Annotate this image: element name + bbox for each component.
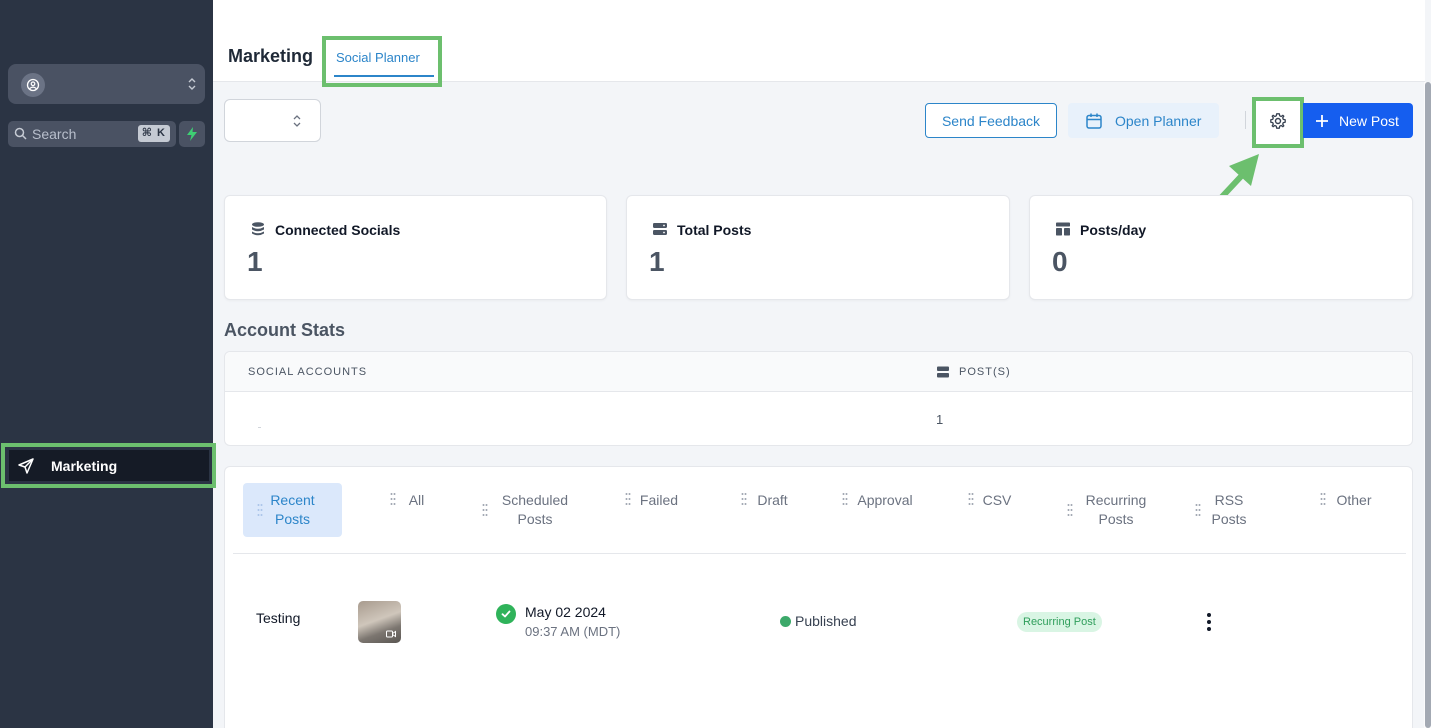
stat-card-posts-per-day: Posts/day 0 — [1029, 195, 1413, 300]
tab-rss-posts[interactable]: RSS Posts — [1193, 483, 1253, 537]
tab-scheduled-posts[interactable]: Scheduled Posts — [480, 483, 580, 537]
tab-draft[interactable]: Draft — [739, 483, 794, 537]
tabs-divider — [233, 553, 1406, 554]
search-icon — [14, 127, 27, 140]
new-post-button[interactable]: New Post — [1303, 103, 1413, 138]
column-header-social-accounts: SOCIAL ACCOUNTS — [248, 366, 368, 378]
lightning-bolt-icon — [187, 127, 197, 141]
tab-recent-posts[interactable]: Recent Posts — [243, 483, 342, 537]
stat-title: Total Posts — [677, 222, 752, 238]
page-title: Marketing — [228, 46, 314, 66]
tab-label-line: Recurring — [1085, 492, 1147, 508]
new-post-label: New Post — [1339, 112, 1399, 129]
active-tab-indicator — [334, 75, 434, 77]
search-input[interactable]: Search ⌘ K — [8, 121, 176, 147]
layout-icon — [1056, 222, 1070, 236]
drag-handle-icon — [257, 504, 263, 516]
open-planner-label: Open Planner — [1115, 112, 1202, 129]
drag-handle-icon — [390, 493, 396, 505]
stat-value: 1 — [649, 246, 665, 277]
top-header: Marketing Social Planner — [213, 0, 1425, 87]
chevron-updown-icon — [188, 78, 196, 90]
table-cell-posts: 1 — [936, 412, 944, 427]
settings-button[interactable] — [1260, 103, 1296, 138]
stat-card-total-posts: Total Posts 1 — [626, 195, 1010, 300]
account-stats-table: SOCIAL ACCOUNTS POST(S) 1 — [224, 351, 1413, 446]
tab-label-line: Posts — [1211, 511, 1247, 527]
video-camera-icon — [386, 630, 396, 638]
search-placeholder: Search — [32, 126, 77, 142]
server-icon — [653, 223, 667, 235]
tab-csv[interactable]: CSV — [966, 483, 1016, 537]
tab-label-line: Draft — [757, 492, 788, 508]
tab-other[interactable]: Other — [1318, 483, 1378, 537]
status-indicator-icon — [780, 616, 791, 627]
drag-handle-icon — [625, 493, 631, 505]
stat-title: Posts/day — [1080, 222, 1147, 238]
sidebar: Search ⌘ K Marketing — [0, 0, 216, 728]
recurring-post-badge: Recurring Post — [1017, 612, 1102, 632]
post-date: May 02 2024 — [525, 604, 606, 620]
tab-label-line: Posts — [1098, 511, 1134, 527]
search-shortcut-badge: ⌘ K — [137, 125, 170, 142]
stat-card-connected-socials: Connected Socials 1 — [224, 195, 607, 300]
tab-label-line: Approval — [857, 492, 913, 508]
table-header: SOCIAL ACCOUNTS POST(S) — [225, 352, 1412, 392]
sidebar-item-marketing[interactable]: Marketing — [9, 450, 209, 481]
account-switcher[interactable] — [8, 64, 205, 104]
column-header-posts: POST(S) — [959, 366, 1011, 378]
stat-value: 0 — [1052, 246, 1068, 277]
sidebar-item-label: Marketing — [51, 457, 118, 474]
drag-handle-icon — [482, 504, 488, 516]
filter-dropdown[interactable] — [224, 99, 321, 142]
tab-label-line: Scheduled — [501, 492, 569, 508]
social-account-placeholder — [258, 427, 261, 428]
toolbar-divider — [1245, 111, 1246, 129]
posts-panel: Recent Posts All Scheduled Posts Failed … — [224, 466, 1413, 728]
drag-handle-icon — [1320, 493, 1326, 505]
stat-title: Connected Socials — [275, 222, 401, 238]
tab-recurring-posts[interactable]: Recurring Posts — [1065, 483, 1155, 537]
drag-handle-icon — [1067, 504, 1073, 516]
send-feedback-button[interactable]: Send Feedback — [925, 103, 1057, 138]
tab-approval[interactable]: Approval — [840, 483, 918, 537]
user-avatar-icon — [21, 73, 45, 97]
drag-handle-icon — [842, 493, 848, 505]
post-title[interactable]: Testing — [256, 610, 300, 626]
quick-actions-button[interactable] — [179, 121, 205, 147]
plus-icon — [1316, 114, 1328, 127]
section-title-account-stats: Account Stats — [224, 320, 346, 340]
database-icon — [252, 222, 264, 236]
kebab-dot — [1207, 613, 1211, 617]
tab-failed[interactable]: Failed — [623, 483, 683, 537]
more-options-button[interactable] — [1203, 610, 1215, 634]
open-planner-button[interactable]: Open Planner — [1068, 103, 1219, 138]
server-icon — [937, 366, 949, 378]
scrollbar-thumb[interactable] — [1425, 82, 1431, 728]
drag-handle-icon — [968, 493, 974, 505]
kebab-dot — [1207, 627, 1211, 631]
drag-handle-icon — [1195, 504, 1201, 516]
tab-all[interactable]: All — [388, 483, 433, 537]
post-status: Published — [795, 613, 857, 629]
chevron-updown-icon — [293, 115, 301, 127]
calendar-icon — [1086, 113, 1102, 129]
paper-plane-icon — [18, 457, 34, 474]
drag-handle-icon — [741, 493, 747, 505]
stat-value: 1 — [247, 246, 263, 277]
tab-social-planner[interactable]: Social Planner — [336, 50, 420, 65]
tab-label-line: Posts — [517, 511, 553, 527]
published-check-icon — [496, 604, 516, 624]
post-thumbnail[interactable] — [358, 601, 401, 643]
tab-label-line: Failed — [639, 492, 679, 508]
tab-label-line: RSS — [1214, 492, 1244, 508]
post-time: 09:37 AM (MDT) — [525, 624, 621, 639]
tab-label-line: Other — [1336, 492, 1372, 508]
kebab-dot — [1207, 620, 1211, 624]
gear-icon — [1270, 112, 1286, 129]
